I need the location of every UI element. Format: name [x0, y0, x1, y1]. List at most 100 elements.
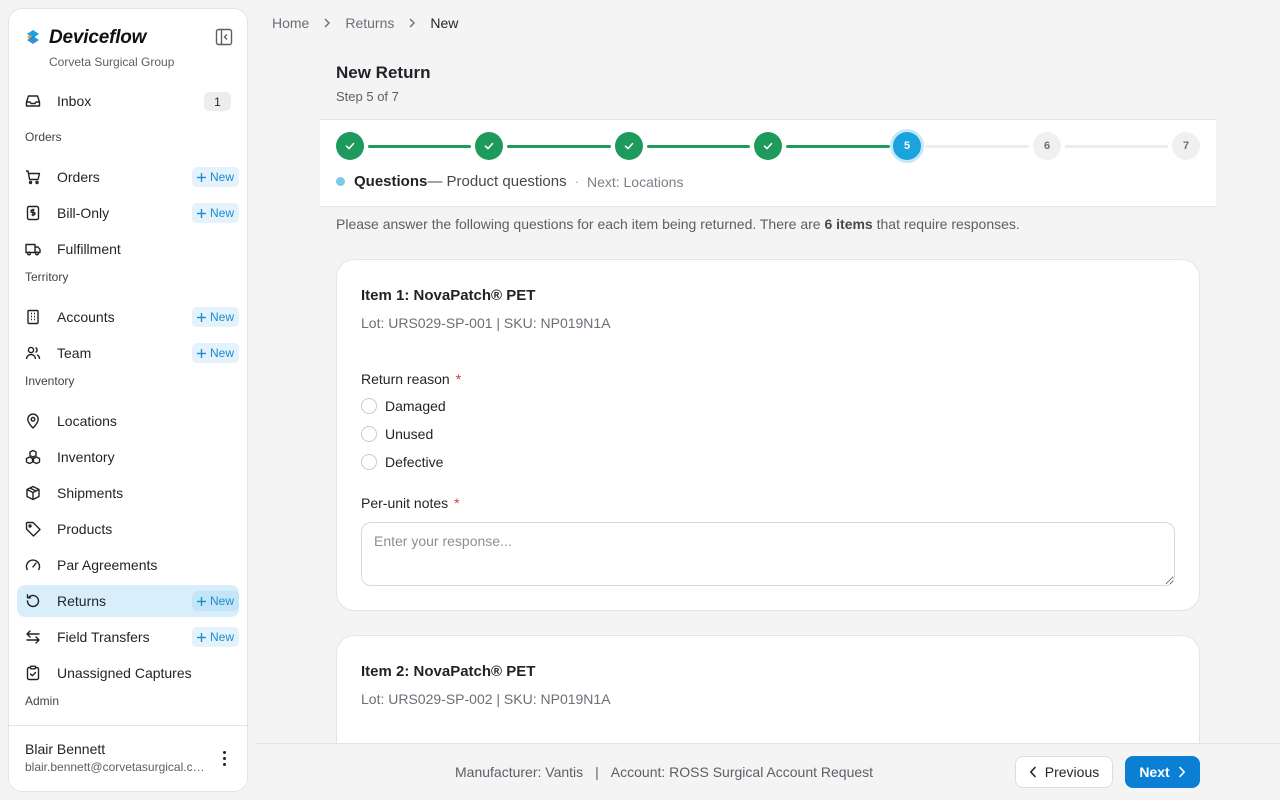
sidebar-item-label: Shipments	[57, 485, 124, 501]
chevron-right-icon	[1178, 766, 1185, 778]
step-connector	[647, 145, 750, 148]
sidebar-item-fulfillment[interactable]: Fulfillment	[17, 233, 239, 265]
step-separator: ·	[574, 174, 579, 189]
next-step-label: Next: Locations	[586, 173, 684, 190]
app-name: Deviceflow	[49, 27, 147, 48]
step-connector	[507, 145, 611, 148]
step-connector	[368, 145, 471, 148]
items-count: 6 items	[824, 216, 873, 232]
step-connector	[786, 145, 890, 148]
reason-option-damaged[interactable]: Damaged	[361, 398, 446, 414]
step-6[interactable]: 6	[1033, 132, 1061, 160]
page-title: New Return	[336, 63, 431, 82]
new-field-transfer-button[interactable]: New	[191, 627, 239, 647]
sidebar-item-label: Returns	[57, 593, 107, 609]
new-label: New	[209, 310, 234, 324]
previous-label: Previous	[1044, 764, 1100, 780]
tag-icon	[25, 521, 41, 537]
sidebar-item-label: Team	[57, 345, 92, 361]
sidebar-item-inventory[interactable]: Inventory	[17, 441, 239, 473]
sidebar: Deviceflow Corveta Surgical Group Inbox …	[8, 8, 248, 792]
step-3-complete[interactable]	[615, 132, 643, 160]
sidebar-item-orders[interactable]: Orders New	[17, 161, 239, 193]
sidebar-item-par-agreements[interactable]: Par Agreements	[17, 549, 239, 581]
sidebar-item-unassigned-captures[interactable]: Unassigned Captures	[17, 657, 239, 689]
new-account-button[interactable]: New	[191, 307, 239, 327]
radio-button[interactable]	[361, 454, 377, 470]
required-asterisk: *	[454, 495, 460, 511]
instructions-suffix: that require responses.	[872, 216, 1020, 232]
sidebar-item-returns[interactable]: Returns New	[17, 585, 239, 617]
breadcrumb: Home Returns New	[272, 15, 458, 31]
step-7[interactable]: 7	[1172, 132, 1200, 160]
per-unit-notes-input[interactable]	[361, 522, 1175, 586]
section-label-orders: Orders	[25, 130, 62, 144]
sidebar-item-label: Inbox	[57, 93, 92, 109]
stepper: 5 6 7 Questions — Product questions · Ne…	[320, 119, 1216, 207]
plus-icon	[196, 312, 206, 322]
breadcrumb-returns[interactable]: Returns	[345, 15, 394, 31]
current-step-name: Questions	[354, 173, 428, 190]
clipboard-check-icon	[25, 665, 41, 681]
next-button[interactable]: Next	[1125, 756, 1200, 788]
chevron-right-icon	[408, 18, 416, 28]
check-icon	[345, 142, 355, 150]
sidebar-item-bill-only[interactable]: Bill-Only New	[17, 197, 239, 229]
section-label-inventory: Inventory	[25, 374, 75, 388]
current-step-description: — Product questions	[427, 173, 567, 190]
boxes-icon	[25, 449, 41, 465]
return-reason-text: Return reason	[361, 371, 450, 387]
sidebar-item-shipments[interactable]: Shipments	[17, 477, 239, 509]
arrows-exchange-icon	[25, 629, 41, 645]
collapse-sidebar-icon[interactable]	[215, 28, 233, 46]
step-caption: Questions — Product questions · Next: Lo…	[336, 173, 683, 190]
new-order-button[interactable]: New	[191, 167, 239, 187]
plus-icon	[196, 596, 206, 606]
sidebar-item-field-transfers[interactable]: Field Transfers New	[17, 621, 239, 653]
item-title: Item 1: NovaPatch® PET	[361, 287, 536, 304]
step-status-dot	[336, 177, 345, 186]
return-reason-label: Return reason *	[361, 371, 461, 387]
map-pin-icon	[25, 413, 41, 429]
previous-button[interactable]: Previous	[1015, 756, 1113, 788]
sidebar-item-products[interactable]: Products	[17, 513, 239, 545]
sidebar-item-label: Accounts	[57, 309, 115, 325]
radio-button[interactable]	[361, 398, 377, 414]
radio-button[interactable]	[361, 426, 377, 442]
new-bill-only-button[interactable]: New	[191, 203, 239, 223]
reason-option-defective[interactable]: Defective	[361, 454, 443, 470]
undo-icon	[25, 593, 41, 609]
sidebar-item-label: Orders	[57, 169, 100, 185]
sidebar-item-team[interactable]: Team New	[17, 337, 239, 369]
users-icon	[25, 345, 41, 361]
sidebar-item-label: Field Transfers	[57, 629, 150, 645]
sidebar-item-inbox[interactable]: Inbox 1	[17, 85, 239, 117]
item-title: Item 2: NovaPatch® PET	[361, 663, 536, 680]
next-label: Next	[1139, 764, 1170, 780]
sidebar-item-locations[interactable]: Locations	[17, 405, 239, 437]
sidebar-item-accounts[interactable]: Accounts New	[17, 301, 239, 333]
step-1-complete[interactable]	[336, 132, 364, 160]
manufacturer-label: Manufacturer:	[455, 764, 542, 780]
section-label-territory: Territory	[25, 270, 69, 284]
radio-label: Defective	[385, 454, 444, 470]
new-label: New	[209, 206, 234, 220]
reason-option-unused[interactable]: Unused	[361, 426, 433, 442]
plus-icon	[196, 632, 206, 642]
step-2-complete[interactable]	[475, 132, 503, 160]
sidebar-item-label: Par Agreements	[57, 557, 158, 573]
step-4-complete[interactable]	[754, 132, 782, 160]
return-context: Manufacturer: Vantis | Account: ROSS Sur…	[455, 764, 873, 780]
per-unit-notes-label: Per-unit notes *	[361, 495, 460, 511]
package-icon	[25, 485, 41, 501]
new-team-button[interactable]: New	[191, 343, 239, 363]
org-name: Corveta Surgical Group	[49, 55, 175, 69]
brand[interactable]: Deviceflow	[25, 27, 146, 49]
section-label-admin: Admin	[25, 694, 60, 708]
more-options-icon[interactable]	[215, 748, 233, 768]
step-connector	[925, 145, 1029, 148]
new-return-button[interactable]: New	[191, 591, 239, 611]
breadcrumb-home[interactable]: Home	[272, 15, 309, 31]
check-icon	[624, 142, 634, 150]
step-5-current[interactable]: 5	[893, 132, 921, 160]
